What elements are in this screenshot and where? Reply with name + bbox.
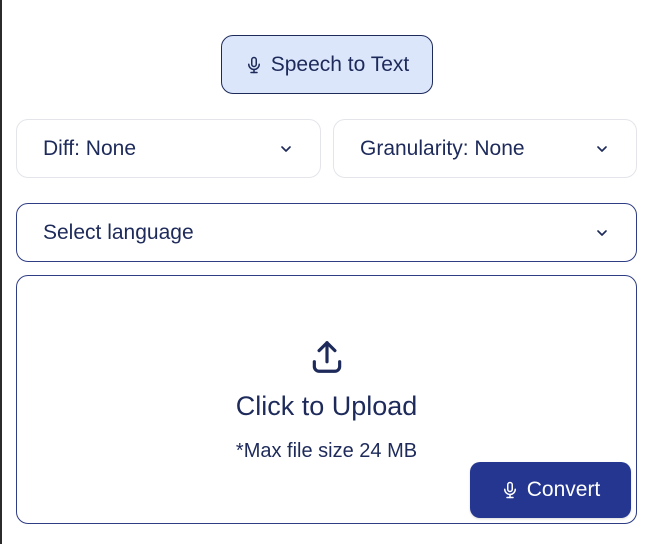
chevron-down-icon xyxy=(597,145,607,152)
granularity-select[interactable]: Granularity: None xyxy=(333,119,637,178)
mode-label: Speech to Text xyxy=(270,52,410,76)
language-select[interactable]: Select language xyxy=(16,203,637,262)
speech-to-text-mode-button[interactable]: Speech to Text xyxy=(221,35,433,94)
convert-button[interactable]: Convert xyxy=(470,462,631,518)
chevron-down-icon xyxy=(281,145,291,152)
max-file-size-note: *Max file size 24 MB xyxy=(235,440,418,462)
granularity-select-label: Granularity: None xyxy=(360,136,525,160)
microphone-icon xyxy=(247,56,260,73)
upload-icon xyxy=(312,341,342,373)
diff-select[interactable]: Diff: None xyxy=(16,119,321,178)
speech-to-text-panel: Speech to Text Diff: None Granularity: N… xyxy=(0,0,648,544)
convert-label: Convert xyxy=(526,478,601,501)
language-select-label: Select language xyxy=(43,220,194,244)
diff-select-label: Diff: None xyxy=(43,136,136,160)
chevron-down-icon xyxy=(597,229,607,236)
microphone-icon xyxy=(503,481,516,499)
upload-title: Click to Upload xyxy=(235,391,418,421)
